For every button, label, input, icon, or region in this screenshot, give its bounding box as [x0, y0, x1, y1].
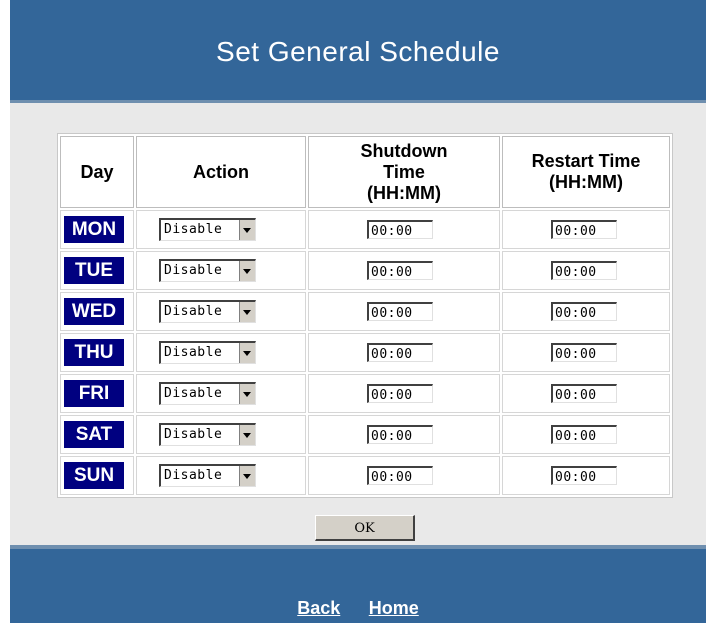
col-header-action: Action — [136, 136, 306, 208]
action-select-sun[interactable]: Disable — [159, 464, 256, 487]
schedule-table: Day Action Shutdown Time (HH:MM) Restart… — [57, 133, 673, 498]
action-select-value: Disable — [164, 304, 223, 319]
col-header-restart-line2: (HH:MM) — [549, 172, 623, 192]
action-select-tue[interactable]: Disable — [159, 259, 256, 282]
col-header-restart: Restart Time (HH:MM) — [502, 136, 670, 208]
chevron-down-icon[interactable] — [239, 466, 255, 486]
shutdown-cell: 00:00 — [308, 251, 500, 290]
col-header-shutdown-line2: Time — [383, 161, 425, 182]
action-select-mon[interactable]: Disable — [159, 218, 256, 241]
shutdown-time-input-sun[interactable]: 00:00 — [367, 465, 433, 485]
action-select-value: Disable — [164, 468, 223, 483]
day-cell: SUN — [60, 456, 134, 495]
home-link[interactable]: Home — [369, 598, 419, 618]
action-cell: Disable — [136, 292, 306, 331]
shutdown-time-input-mon[interactable]: 00:00 — [367, 219, 433, 239]
footer-links: Back Home — [10, 598, 706, 619]
action-cell: Disable — [136, 333, 306, 372]
day-cell: FRI — [60, 374, 134, 413]
day-label-mon: MON — [64, 216, 124, 243]
chevron-down-icon[interactable] — [239, 425, 255, 445]
shutdown-cell: 00:00 — [308, 292, 500, 331]
day-cell: MON — [60, 210, 134, 249]
action-select-value: Disable — [164, 386, 223, 401]
table-row: WED Disable 00:00 00:00 — [60, 292, 670, 331]
day-cell: SAT — [60, 415, 134, 454]
action-cell: Disable — [136, 210, 306, 249]
restart-time-input-fri[interactable]: 00:00 — [551, 383, 617, 403]
day-cell: WED — [60, 292, 134, 331]
back-link[interactable]: Back — [297, 598, 340, 618]
restart-cell: 00:00 — [502, 374, 670, 413]
table-row: SAT Disable 00:00 00:00 — [60, 415, 670, 454]
col-header-shutdown-line3: (HH:MM) — [367, 182, 441, 203]
restart-time-input-sun[interactable]: 00:00 — [551, 465, 617, 485]
table-row: FRI Disable 00:00 00:00 — [60, 374, 670, 413]
day-cell: TUE — [60, 251, 134, 290]
day-label-sun: SUN — [64, 462, 124, 489]
shutdown-cell: 00:00 — [308, 456, 500, 495]
restart-time-input-sat[interactable]: 00:00 — [551, 424, 617, 444]
action-cell: Disable — [136, 415, 306, 454]
day-label-sat: SAT — [64, 421, 124, 448]
page: Set General Schedule Day Action Shutdown… — [0, 0, 712, 623]
action-select-wed[interactable]: Disable — [159, 300, 256, 323]
restart-cell: 00:00 — [502, 415, 670, 454]
action-cell: Disable — [136, 251, 306, 290]
shutdown-time-input-fri[interactable]: 00:00 — [367, 383, 433, 403]
shutdown-cell: 00:00 — [308, 415, 500, 454]
action-select-value: Disable — [164, 345, 223, 360]
chevron-down-icon[interactable] — [239, 384, 255, 404]
chevron-down-icon[interactable] — [239, 220, 255, 240]
action-select-value: Disable — [164, 222, 223, 237]
action-select-value: Disable — [164, 263, 223, 278]
action-cell: Disable — [136, 374, 306, 413]
chevron-down-icon[interactable] — [239, 261, 255, 281]
day-label-thu: THU — [64, 339, 124, 366]
restart-time-input-tue[interactable]: 00:00 — [551, 260, 617, 280]
ok-button[interactable]: OK — [315, 515, 415, 541]
shutdown-cell: 00:00 — [308, 333, 500, 372]
page-title: Set General Schedule — [216, 36, 500, 67]
restart-cell: 00:00 — [502, 456, 670, 495]
schedule-panel: Day Action Shutdown Time (HH:MM) Restart… — [10, 103, 706, 545]
restart-cell: 00:00 — [502, 251, 670, 290]
footer-banner: Back Home — [10, 545, 706, 623]
restart-cell: 00:00 — [502, 333, 670, 372]
shutdown-time-input-sat[interactable]: 00:00 — [367, 424, 433, 444]
col-header-day: Day — [60, 136, 134, 208]
shutdown-time-input-tue[interactable]: 00:00 — [367, 260, 433, 280]
shutdown-time-input-wed[interactable]: 00:00 — [367, 301, 433, 321]
shutdown-cell: 00:00 — [308, 210, 500, 249]
action-select-thu[interactable]: Disable — [159, 341, 256, 364]
restart-time-input-thu[interactable]: 00:00 — [551, 342, 617, 362]
header-banner: Set General Schedule — [10, 0, 706, 103]
day-label-tue: TUE — [64, 257, 124, 284]
restart-time-input-mon[interactable]: 00:00 — [551, 219, 617, 239]
restart-cell: 00:00 — [502, 292, 670, 331]
day-label-fri: FRI — [64, 380, 124, 407]
table-row: TUE Disable 00:00 00:00 — [60, 251, 670, 290]
action-select-value: Disable — [164, 427, 223, 442]
table-row: SUN Disable 00:00 00:00 — [60, 456, 670, 495]
restart-time-input-wed[interactable]: 00:00 — [551, 301, 617, 321]
day-cell: THU — [60, 333, 134, 372]
shutdown-time-input-thu[interactable]: 00:00 — [367, 342, 433, 362]
col-header-shutdown-line1: Shutdown — [360, 140, 448, 161]
col-header-day-label: Day — [80, 161, 114, 182]
restart-cell: 00:00 — [502, 210, 670, 249]
chevron-down-icon[interactable] — [239, 302, 255, 322]
action-select-sat[interactable]: Disable — [159, 423, 256, 446]
table-header-row: Day Action Shutdown Time (HH:MM) Restart… — [60, 136, 670, 208]
action-select-fri[interactable]: Disable — [159, 382, 256, 405]
day-label-wed: WED — [64, 298, 124, 325]
action-cell: Disable — [136, 456, 306, 495]
chevron-down-icon[interactable] — [239, 343, 255, 363]
table-row: THU Disable 00:00 00:00 — [60, 333, 670, 372]
table-row: MON Disable 00:00 00:00 — [60, 210, 670, 249]
col-header-restart-line1: Restart Time — [531, 151, 641, 171]
col-header-shutdown: Shutdown Time (HH:MM) — [308, 136, 500, 208]
shutdown-cell: 00:00 — [308, 374, 500, 413]
col-header-action-label: Action — [193, 161, 249, 182]
